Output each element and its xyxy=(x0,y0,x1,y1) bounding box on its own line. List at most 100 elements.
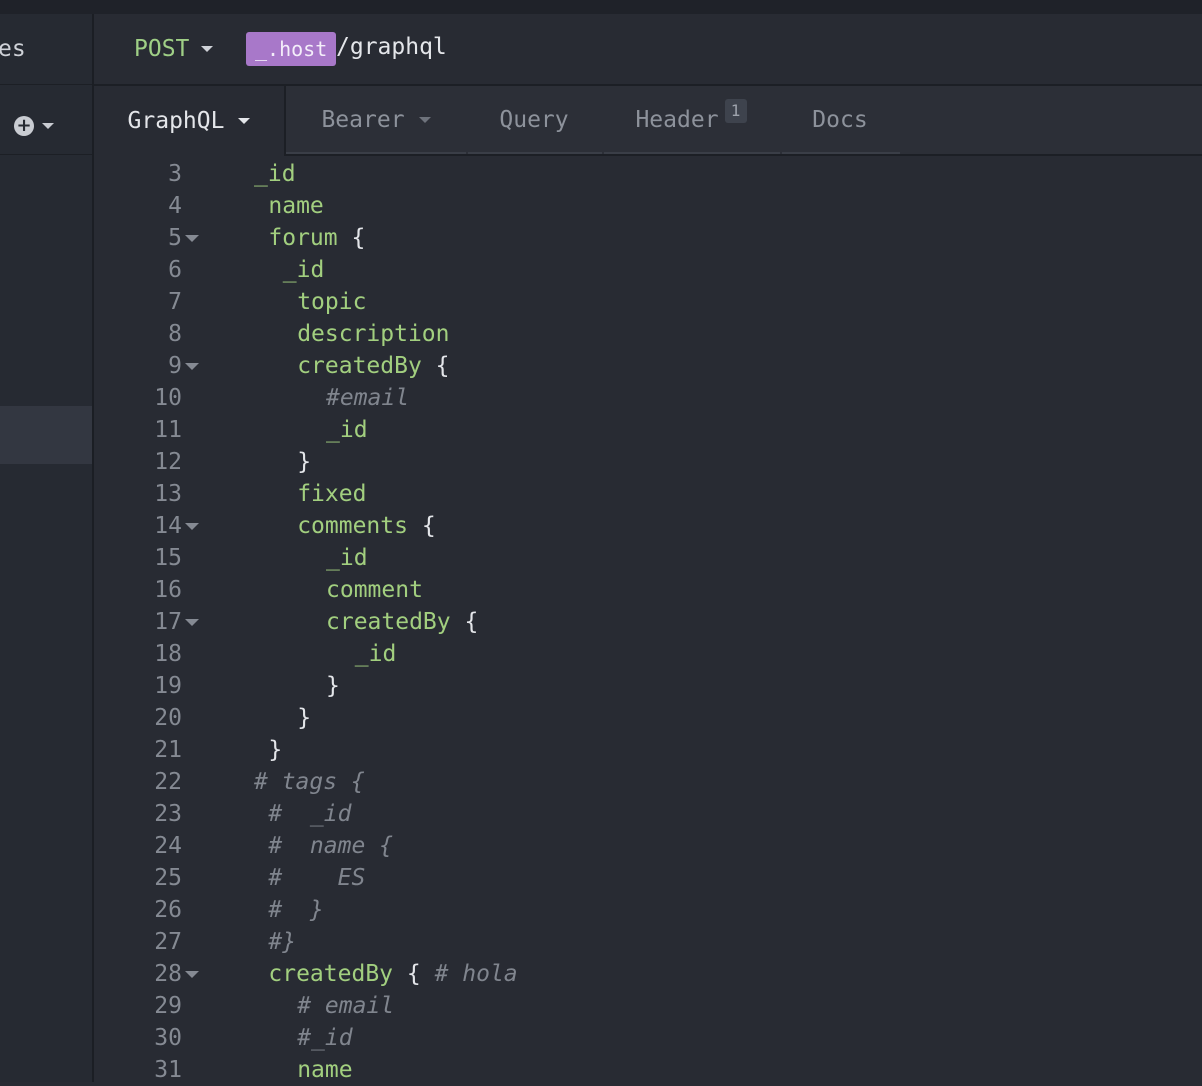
code-line[interactable]: 11 _id xyxy=(94,414,1202,446)
code-line[interactable]: 18 _id xyxy=(94,638,1202,670)
code-text: # email xyxy=(297,990,394,1022)
code-text: #_id xyxy=(297,1022,352,1054)
code-line[interactable]: 13 fixed xyxy=(94,478,1202,510)
code-line[interactable]: 31 name xyxy=(94,1054,1202,1086)
code-line[interactable]: 21} xyxy=(94,734,1202,766)
code-line[interactable]: 17 createdBy { xyxy=(94,606,1202,638)
code-comment: # _id xyxy=(268,801,352,827)
code-line[interactable]: 10 #email xyxy=(94,382,1202,414)
method-dropdown[interactable]: POST xyxy=(134,36,214,62)
code-line[interactable]: 15 _id xyxy=(94,542,1202,574)
code-punctuation: } xyxy=(326,673,340,699)
code-punctuation: } xyxy=(268,737,283,763)
header-count-badge: 1 xyxy=(724,99,747,123)
code-field: _id xyxy=(282,257,325,283)
line-number: 8 xyxy=(168,321,182,347)
line-number: 16 xyxy=(154,577,182,603)
code-line[interactable]: 30 #_id xyxy=(94,1022,1202,1054)
code-comment: # } xyxy=(268,897,324,923)
tab-underline xyxy=(468,152,602,154)
tab-label: Bearer xyxy=(321,107,405,133)
code-field: topic xyxy=(297,289,367,315)
line-number: 26 xyxy=(154,897,182,923)
tab-docs[interactable]: Docs xyxy=(780,86,900,154)
code-field: fixed xyxy=(297,481,367,507)
code-field: description xyxy=(297,321,450,347)
fold-arrow-icon[interactable] xyxy=(185,619,199,626)
code-comment: #email xyxy=(326,385,410,411)
line-number: 27 xyxy=(154,929,182,955)
tab-underline xyxy=(286,152,466,154)
code-line[interactable]: 16 comment xyxy=(94,574,1202,606)
code-field: comments xyxy=(297,513,408,539)
code-punctuation: { xyxy=(393,961,435,987)
code-text: _id xyxy=(283,254,325,286)
code-line[interactable]: 23 # _id xyxy=(94,798,1202,830)
code-line[interactable]: 6 _id xyxy=(94,254,1202,286)
code-comment: # ES xyxy=(268,865,366,891)
code-line[interactable]: 14 comments { xyxy=(94,510,1202,542)
code-field: _id xyxy=(326,417,368,443)
tab-label: Query xyxy=(499,107,569,133)
code-line[interactable]: 8 description xyxy=(94,318,1202,350)
sidebar-divider xyxy=(0,154,92,155)
code-text: createdBy { # hola xyxy=(268,958,517,990)
sidebar-truncated-label[interactable]: es xyxy=(0,36,26,62)
code-line[interactable]: 25 # ES xyxy=(94,862,1202,894)
code-line[interactable]: 20} xyxy=(94,702,1202,734)
code-line[interactable]: 26 # } xyxy=(94,894,1202,926)
line-number: 4 xyxy=(168,193,182,219)
code-field: _id xyxy=(326,545,368,571)
code-punctuation: { xyxy=(421,353,450,379)
code-text: # tags { xyxy=(254,766,365,798)
sidebar-divider xyxy=(0,84,92,85)
line-number: 23 xyxy=(154,801,182,827)
tab-query[interactable]: Query xyxy=(466,86,602,154)
line-number: 29 xyxy=(154,993,182,1019)
code-comment: # tags { xyxy=(254,769,365,795)
code-text: _id xyxy=(326,414,368,446)
graphql-query-editor[interactable]: 3 _id 4 name 5 forum {6 _id 7 topic 8 description 9… xyxy=(94,156,1202,1083)
fold-arrow-icon[interactable] xyxy=(185,971,199,978)
fold-arrow-icon[interactable] xyxy=(185,363,199,370)
fold-arrow-icon[interactable] xyxy=(185,235,199,242)
code-line[interactable]: 7 topic xyxy=(94,286,1202,318)
code-line[interactable]: 28 createdBy { # hola xyxy=(94,958,1202,990)
sidebar-add-button[interactable]: + xyxy=(14,114,54,138)
code-text: _id xyxy=(355,638,397,670)
code-line[interactable]: 4 name xyxy=(94,190,1202,222)
line-number: 30 xyxy=(154,1025,182,1051)
code-field: comment xyxy=(326,577,423,603)
code-line[interactable]: 19} xyxy=(94,670,1202,702)
code-line[interactable]: 27 #} xyxy=(94,926,1202,958)
caret-down-icon xyxy=(238,118,251,124)
code-field: name xyxy=(297,1057,353,1083)
code-text: fixed xyxy=(297,478,366,510)
code-line[interactable]: 5 forum { xyxy=(94,222,1202,254)
code-text: name xyxy=(297,1054,352,1086)
code-punctuation: } xyxy=(297,705,312,731)
sidebar-selected-request[interactable] xyxy=(0,406,92,464)
line-number: 20 xyxy=(154,705,182,731)
code-text: _id xyxy=(254,158,296,190)
host-variable-tag[interactable]: _.host xyxy=(246,32,337,66)
line-number: 24 xyxy=(154,833,182,859)
code-line[interactable]: 12} xyxy=(94,446,1202,478)
line-number: 28 xyxy=(154,961,182,987)
line-number: 9 xyxy=(168,353,182,379)
code-line[interactable]: 3 _id xyxy=(94,158,1202,190)
code-line[interactable]: 24 # name { xyxy=(94,830,1202,862)
code-punctuation: { xyxy=(337,225,366,251)
code-line[interactable]: 22 # tags { xyxy=(94,766,1202,798)
tab-header[interactable]: Header 1 xyxy=(602,86,780,154)
tab-label: Docs xyxy=(812,107,868,133)
tab-graphql[interactable]: GraphQL xyxy=(94,86,286,156)
code-line[interactable]: 9 createdBy { xyxy=(94,350,1202,382)
fold-arrow-icon[interactable] xyxy=(185,523,199,530)
line-number: 25 xyxy=(154,865,182,891)
code-text: createdBy { xyxy=(326,606,478,638)
code-line[interactable]: 29 # email xyxy=(94,990,1202,1022)
tab-bearer[interactable]: Bearer xyxy=(286,86,466,154)
line-number: 15 xyxy=(154,545,182,571)
url-path-input[interactable]: /graphql xyxy=(336,34,447,60)
